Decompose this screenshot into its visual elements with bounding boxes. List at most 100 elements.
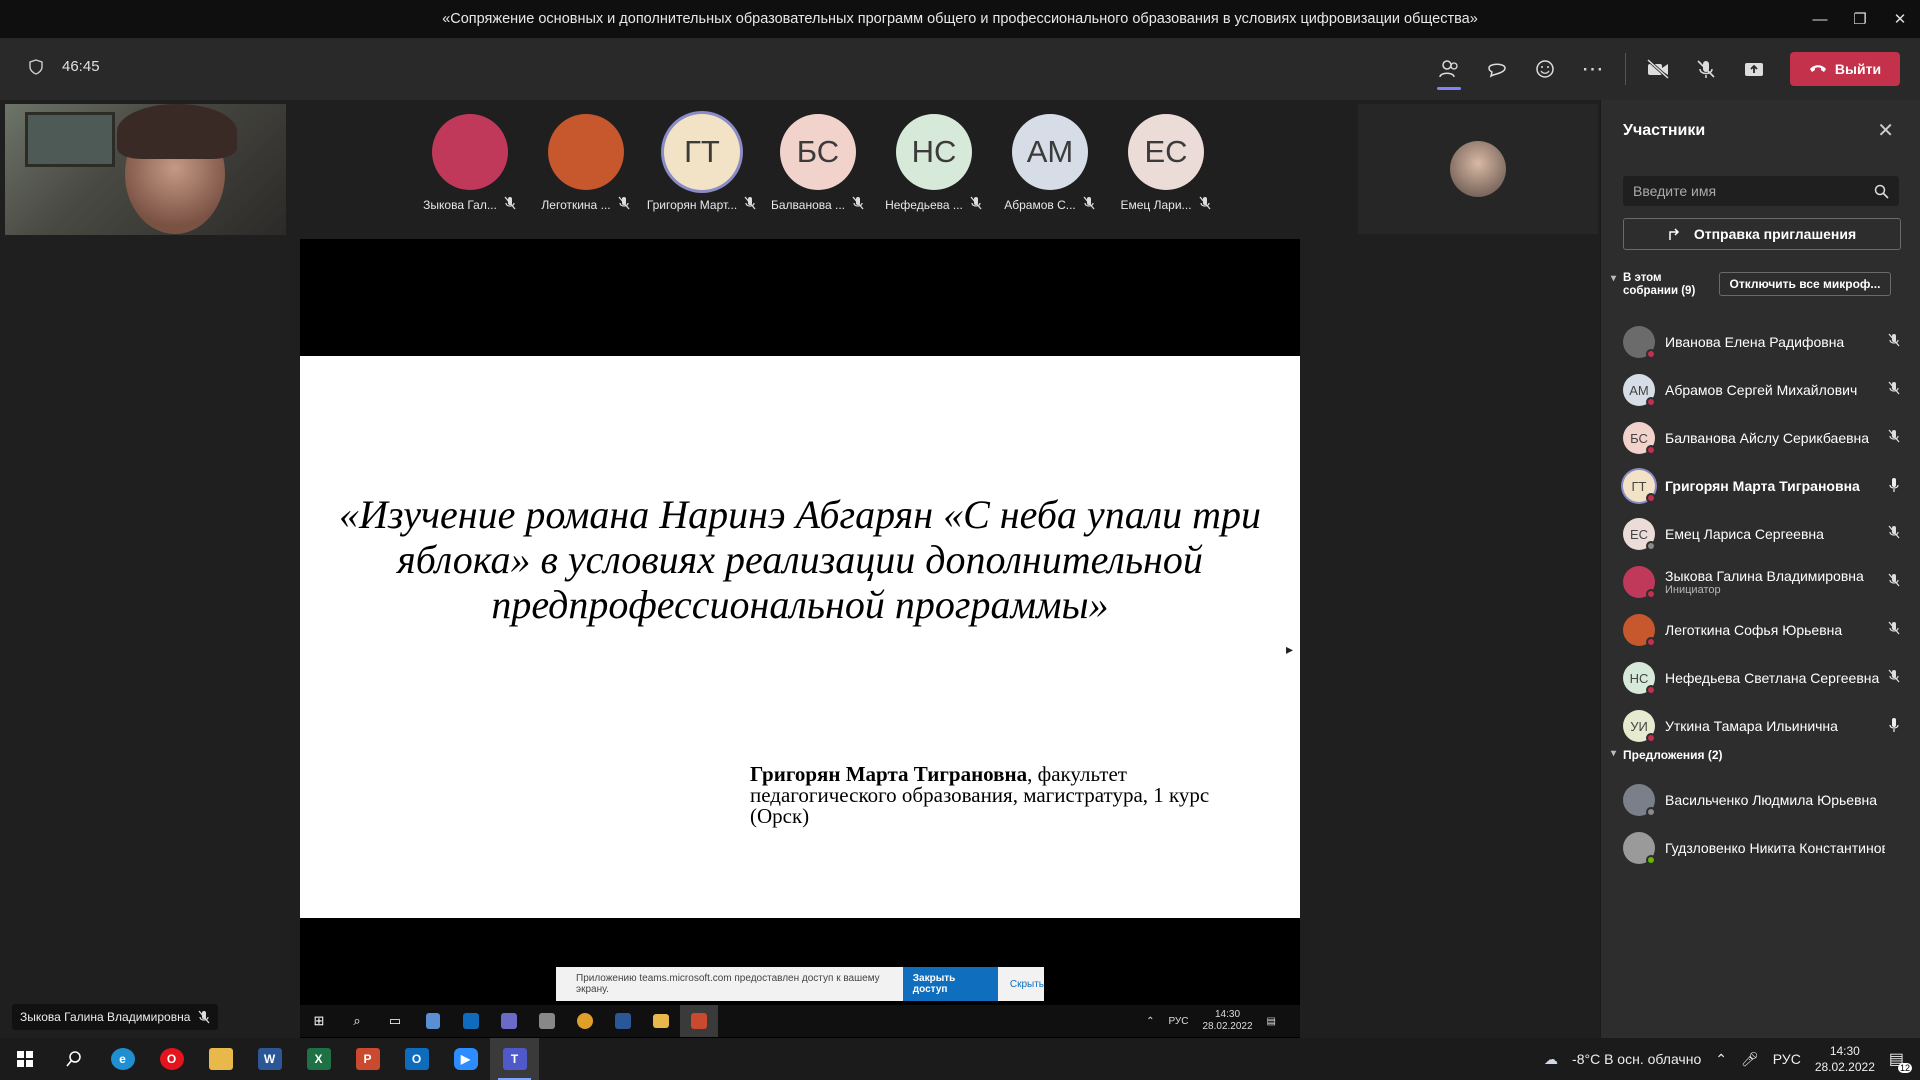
mic-off-icon — [743, 196, 757, 213]
share-screen-button[interactable] — [1730, 38, 1778, 100]
reactions-button[interactable] — [1521, 38, 1569, 100]
avatar: АМ — [1623, 374, 1656, 407]
participant-row[interactable]: Зыкова Галина Владимировна Инициатор — [1623, 562, 1913, 602]
notification-center-button[interactable]: ▤ 12 — [1889, 1049, 1912, 1073]
opera-app[interactable]: O — [147, 1038, 196, 1080]
avatar: ЕС — [1623, 518, 1656, 551]
gallery-tile-name: Зыкова Гал... — [423, 196, 517, 213]
explorer-app[interactable] — [196, 1038, 245, 1080]
powerpoint-app[interactable]: P — [343, 1038, 392, 1080]
participant-name: Григорян Марта Тиграновна — [1665, 478, 1860, 494]
participant-row[interactable]: АМ Абрамов Сергей Михайлович — [1623, 370, 1913, 410]
speaker-hair — [117, 104, 237, 159]
meeting-timer: 46:45 — [28, 58, 100, 75]
slide-title: «Изучение романа Наринэ Абгарян «С неба … — [338, 492, 1262, 627]
camera-toggle-button[interactable] — [1634, 38, 1682, 100]
stop-sharing-button[interactable]: Закрыть доступ — [902, 967, 998, 1001]
excel-app[interactable]: X — [294, 1038, 343, 1080]
participant-name: Емец Лариса Сергеевна — [1665, 526, 1824, 542]
chat-button[interactable] — [1473, 38, 1521, 100]
presence-status-icon — [1646, 855, 1656, 865]
gallery-tile[interactable]: НС Нефедьева ... — [884, 114, 984, 213]
gallery-tile[interactable]: АМ Абрамов С... — [1000, 114, 1100, 213]
avatar-initials: АМ — [1629, 382, 1649, 398]
gallery-tile[interactable]: Леготкина ... — [536, 114, 636, 213]
speaker-name-label: Зыкова Галина Владимировна — [12, 1004, 219, 1030]
gallery-tile[interactable]: ГТ Григорян Март... — [647, 114, 756, 213]
gallery-tile[interactable]: ЕС Емец Лари... — [1116, 114, 1216, 213]
participant-name: Нефедьева ... — [885, 197, 963, 212]
teams-app[interactable]: T — [490, 1038, 539, 1080]
restore-icon[interactable]: ❐ — [1840, 0, 1880, 38]
shared-system-tray: ⌃ РУС 14:30 28.02.2022 ▤ — [1146, 1005, 1276, 1037]
start-button[interactable] — [0, 1038, 49, 1080]
suggested-participant-row[interactable]: Васильченко Людмила Юрьевна — [1623, 780, 1913, 820]
mic-off-icon — [1887, 333, 1903, 351]
taskbar-search-button[interactable] — [49, 1038, 98, 1080]
participant-row[interactable]: НС Нефедьева Светлана Сергеевна — [1623, 658, 1913, 698]
participant-row[interactable]: БС Балванова Айслу Серикбаевна — [1623, 418, 1913, 458]
hide-notice-link[interactable]: Скрыть — [1010, 979, 1044, 990]
panel-title: Участники — [1623, 122, 1706, 139]
zoom-app[interactable]: ▶ — [441, 1038, 490, 1080]
system-tray: ☁ -8°C В осн. облачно ⌃ 🎤︎ РУС 14:30 28.… — [1544, 1038, 1920, 1080]
mic-icon — [1887, 477, 1903, 495]
gallery-tile-name: Леготкина ... — [541, 196, 630, 213]
chrome-icon — [566, 1005, 604, 1037]
avatar — [548, 114, 624, 190]
share-arrow-icon — [1669, 228, 1679, 240]
participant-info: Уткина Тамара Ильинична — [1665, 718, 1885, 734]
outlook-icon: O — [404, 1048, 429, 1070]
participant-row[interactable]: УИ Уткина Тамара Ильинична — [1623, 706, 1913, 746]
participant-search-input[interactable]: Введите имя — [1623, 176, 1899, 206]
participant-row[interactable]: ЕС Емец Лариса Сергеевна — [1623, 514, 1913, 554]
participant-row[interactable]: ГТ Григорян Марта Тиграновна — [1623, 466, 1913, 506]
video-tile-speaker[interactable] — [5, 104, 286, 235]
video-tile-remote[interactable] — [1358, 104, 1598, 234]
close-window-icon[interactable]: ✕ — [1880, 0, 1920, 38]
gallery-tile[interactable]: Зыкова Гал... — [420, 114, 520, 213]
in-meeting-section-header[interactable]: В этом собрании (9) Отключить все микроф… — [1611, 272, 1911, 298]
mic-off-icon — [503, 196, 517, 213]
mic-icon — [1887, 717, 1903, 735]
participant-gallery: Зыкова Гал... Леготкина ... ГТ Григорян Мар… — [420, 114, 1216, 213]
participant-name: Абрамов Сергей Михайлович — [1665, 382, 1858, 398]
speaker-name: Зыкова Галина Владимировна — [20, 1010, 191, 1024]
participant-row[interactable]: Иванова Елена Радифовна — [1623, 322, 1913, 362]
mouse-cursor-icon: ▸ — [1286, 641, 1294, 657]
mic-toggle-button[interactable] — [1682, 38, 1730, 100]
participant-info: Абрамов Сергей Михайлович — [1665, 382, 1885, 398]
participant-info: Нефедьева Светлана Сергеевна — [1665, 670, 1885, 686]
mute-all-button[interactable]: Отключить все микроф... — [1719, 272, 1891, 296]
search-icon: ⌕ — [353, 1013, 361, 1028]
participant-row[interactable]: Леготкина Софья Юрьевна — [1623, 610, 1913, 650]
participant-name: Васильченко Людмила Юрьевна — [1665, 792, 1878, 808]
avatar — [1623, 784, 1656, 817]
minimize-icon[interactable]: — — [1800, 0, 1840, 38]
outlook-app[interactable]: O — [392, 1038, 441, 1080]
edge-app[interactable]: e — [98, 1038, 147, 1080]
invite-label: Отправка приглашения — [1693, 226, 1857, 242]
suggestions-section-header[interactable]: Предложения (2) — [1611, 748, 1723, 762]
outlook-icon — [452, 1005, 490, 1037]
leave-button[interactable]: Выйти — [1790, 52, 1900, 86]
presence-status-icon — [1646, 637, 1656, 647]
input-language[interactable]: РУС — [1773, 1051, 1801, 1067]
gallery-tile[interactable]: БС Балванова ... — [768, 114, 868, 213]
microphone-icon[interactable]: 🎤︎ — [1741, 1051, 1759, 1068]
word-app[interactable]: W — [245, 1038, 294, 1080]
powerpoint-icon — [680, 1005, 718, 1037]
more-actions-button[interactable]: ⋯ — [1569, 38, 1617, 100]
shared-lang: РУС — [1168, 1015, 1189, 1027]
participants-button[interactable] — [1425, 38, 1473, 100]
hand-icon — [1536, 60, 1554, 78]
mic-off-icon — [617, 196, 631, 213]
taskbar-clock[interactable]: 14:30 28.02.2022 — [1815, 1043, 1875, 1075]
suggested-participant-row[interactable]: Гудзловенко Никита Константинов... — [1623, 828, 1913, 868]
chevron-up-icon[interactable]: ⌃ — [1715, 1051, 1727, 1068]
excel-icon: X — [306, 1048, 331, 1070]
weather-text[interactable]: -8°C В осн. облачно — [1572, 1051, 1701, 1067]
mic-off-icon — [1887, 621, 1903, 639]
close-panel-icon[interactable]: ✕ — [1877, 118, 1894, 143]
send-invitation-button[interactable]: Отправка приглашения — [1623, 218, 1901, 250]
